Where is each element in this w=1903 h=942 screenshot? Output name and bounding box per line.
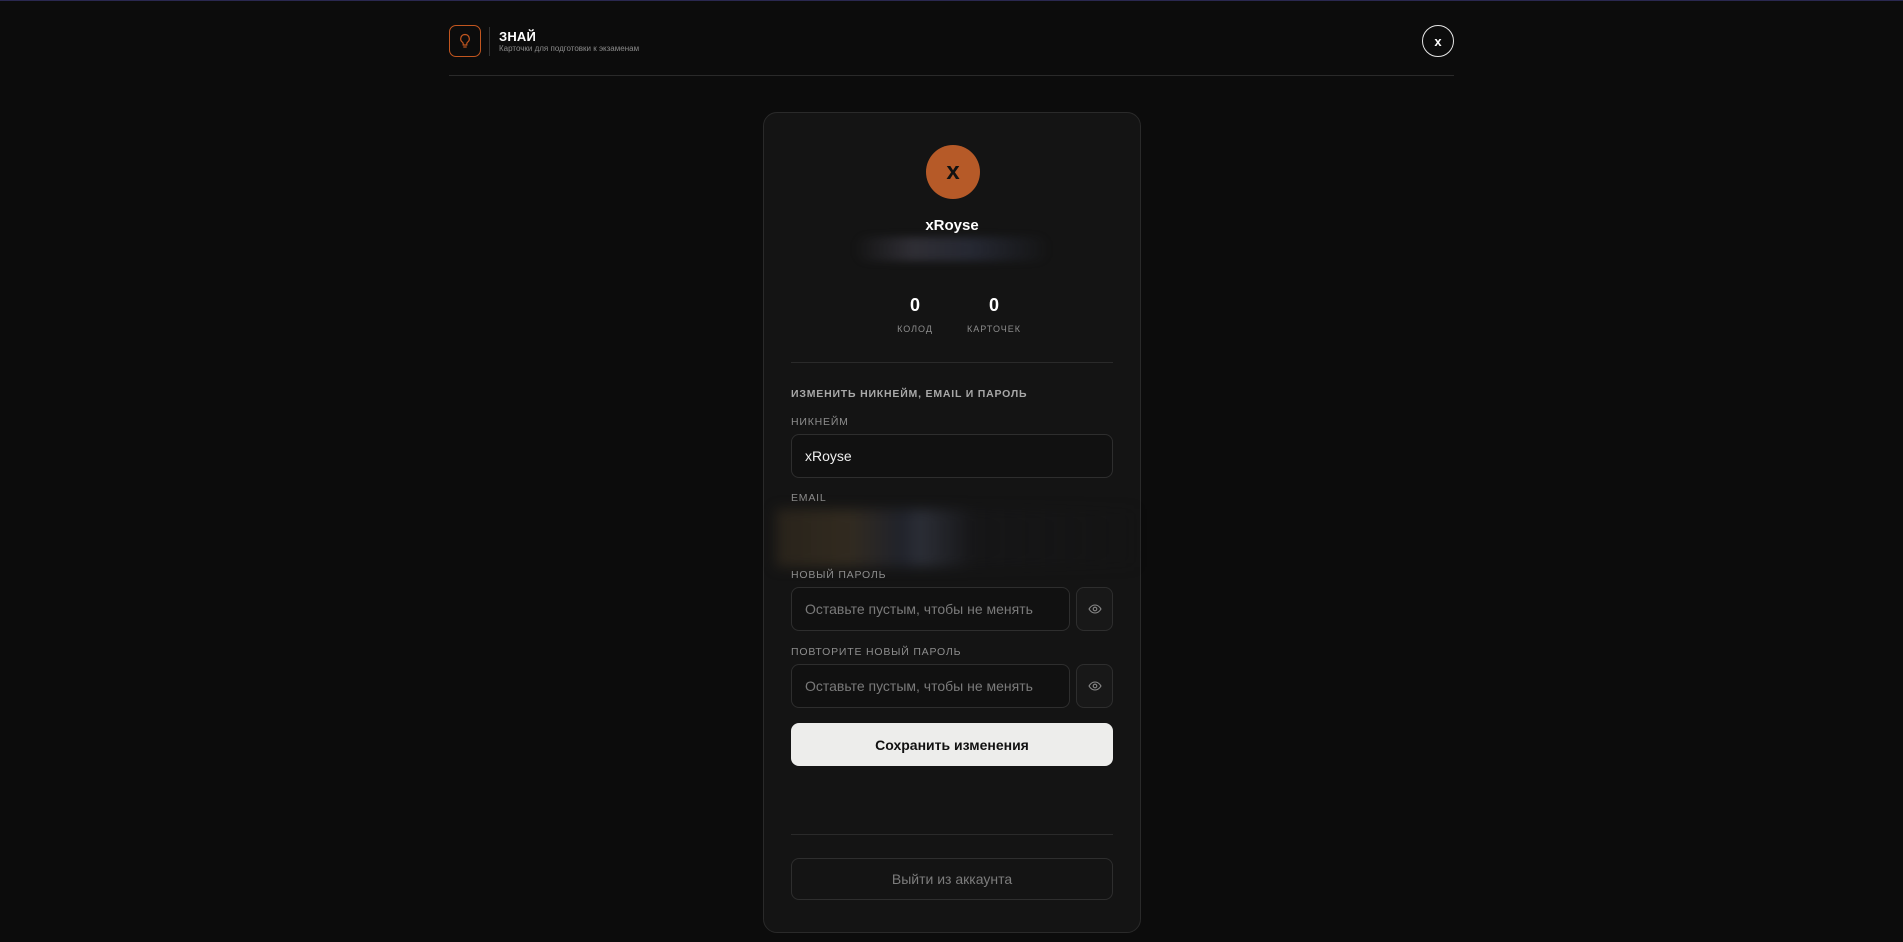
stat-cards: 0 КАРТОЧЕК: [954, 295, 1034, 334]
redacted-email: [854, 237, 1050, 261]
profile-username: xRoyse: [925, 217, 979, 234]
logo-divider: [489, 27, 490, 56]
avatar: x: [926, 145, 980, 199]
eye-icon: [1087, 604, 1102, 614]
brand-subtitle: Карточки для подготовки к экзаменам: [499, 44, 640, 53]
logo[interactable]: [449, 25, 481, 57]
app-header: ЗНАЙ Карточки для подготовки к экзаменам…: [449, 0, 1454, 76]
nickname-input[interactable]: xRoyse: [791, 434, 1113, 478]
divider: [791, 362, 1113, 363]
repeat-password-input[interactable]: Оставьте пустым, чтобы не менять: [791, 664, 1070, 708]
stat-decks-label: КОЛОД: [897, 324, 933, 334]
toggle-repeat-password-button[interactable]: [1076, 664, 1113, 708]
stat-cards-value: 0: [988, 295, 999, 315]
repeat-password-label: ПОВТОРИТЕ НОВЫЙ ПАРОЛЬ: [791, 646, 962, 658]
stat-decks: 0 КОЛОД: [885, 295, 945, 334]
stat-decks-value: 0: [909, 295, 920, 315]
lightbulb-icon: [460, 33, 470, 48]
save-changes-button[interactable]: Сохранить изменения: [791, 723, 1113, 766]
new-password-input[interactable]: Оставьте пустым, чтобы не менять: [791, 587, 1070, 631]
toggle-new-password-button[interactable]: [1076, 587, 1113, 631]
redacted-email-input[interactable]: [776, 509, 1136, 567]
user-menu-button[interactable]: x: [1422, 25, 1454, 57]
nickname-label: НИКНЕЙМ: [791, 416, 849, 428]
divider: [791, 834, 1113, 835]
section-title: ИЗМЕНИТЬ НИКНЕЙМ, EMAIL И ПАРОЛЬ: [791, 388, 1028, 400]
new-password-label: НОВЫЙ ПАРОЛЬ: [791, 569, 887, 581]
logout-button[interactable]: Выйти из аккаунта: [791, 858, 1113, 900]
brand-title: ЗНАЙ: [499, 29, 537, 44]
stat-cards-label: КАРТОЧЕК: [967, 324, 1021, 334]
profile-card: x xRoyse 0 КОЛОД 0 КАРТОЧЕК ИЗМЕНИТЬ НИК…: [763, 112, 1141, 933]
email-label: EMAIL: [791, 492, 827, 504]
eye-icon: [1087, 681, 1102, 691]
